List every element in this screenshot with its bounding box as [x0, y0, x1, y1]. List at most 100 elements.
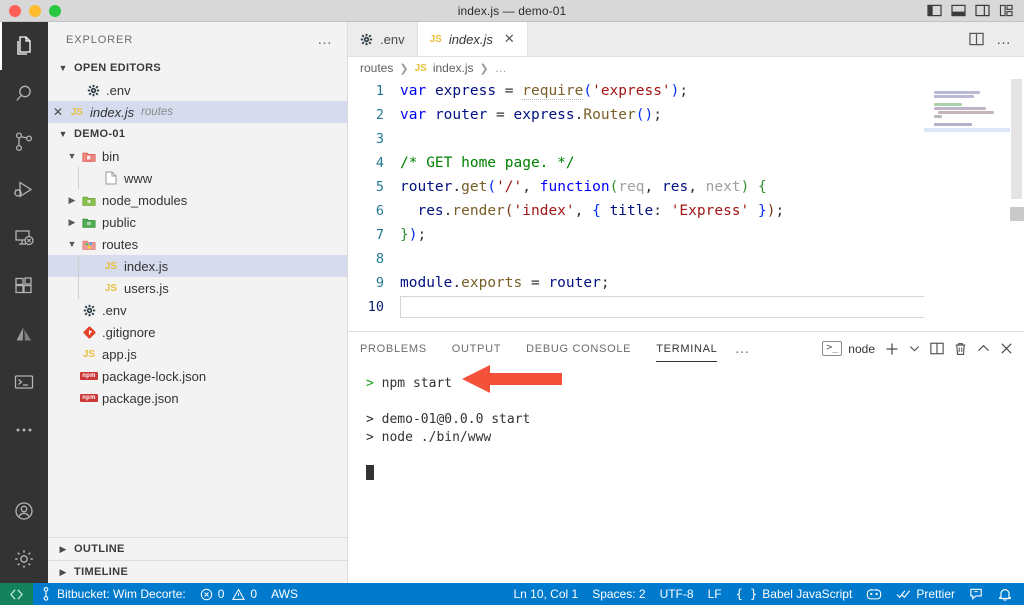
terminal-selector[interactable]: >_ node [822, 341, 875, 356]
status-eol[interactable]: LF [701, 583, 729, 605]
breadcrumb-folder[interactable]: routes [360, 61, 393, 75]
activity-item-source-control[interactable] [0, 118, 48, 166]
activity-item-accounts[interactable] [0, 487, 48, 535]
tree-item-routes-users-js[interactable]: JS users.js [48, 277, 347, 299]
code-token: function [539, 179, 610, 195]
close-icon[interactable]: ✕ [504, 31, 515, 47]
chevron-up-icon[interactable] [977, 343, 990, 354]
toggle-secondary-sidebar-icon[interactable] [975, 4, 990, 17]
chevron-down-icon: ▼ [58, 129, 68, 139]
bottom-panel: PROBLEMS OUTPUT DEBUG CONSOLE TERMINAL …… [348, 331, 1024, 583]
status-warning-count: 0 [250, 587, 258, 601]
tree-item-node_modules[interactable]: ▶ node_modules [48, 189, 347, 211]
chevron-down-icon[interactable] [909, 343, 920, 354]
split-icon[interactable] [930, 342, 944, 355]
status-prettier[interactable]: Prettier [889, 583, 962, 605]
code-line: 10 [348, 295, 1024, 319]
activity-item-explorer[interactable] [0, 22, 48, 70]
activity-item-extensions[interactable] [0, 262, 48, 310]
toggle-panel-icon[interactable] [951, 4, 966, 17]
close-icon[interactable] [1000, 342, 1013, 355]
tree-item-label: .env [102, 302, 127, 318]
breadcrumb-more[interactable]: … [495, 61, 507, 75]
section-project-demo-01[interactable]: ▼ DEMO-01 [48, 123, 347, 145]
section-outline[interactable]: ▶ OUTLINE [48, 537, 347, 560]
status-live-share[interactable] [859, 583, 889, 605]
toggle-primary-sidebar-icon[interactable] [927, 4, 942, 17]
tree-item-bin[interactable]: ▼ bin [48, 145, 347, 167]
minimap-line [934, 91, 980, 94]
npm-file-icon: npm [80, 372, 98, 380]
open-editor-indexjs[interactable]: ✕ JS index.js routes [48, 101, 347, 123]
panel-tab-output[interactable]: OUTPUT [452, 335, 501, 362]
status-language-mode[interactable]: { } Babel JavaScript [729, 583, 860, 605]
zoom-window-button[interactable] [49, 4, 61, 17]
tree-item-routes-index-js[interactable]: JS index.js [48, 255, 347, 277]
activity-item-atlassian[interactable] [0, 310, 48, 358]
ellipsis-icon [16, 428, 32, 432]
panel-tab-problems[interactable]: PROBLEMS [360, 335, 427, 362]
status-problems[interactable]: 0 0 [193, 583, 264, 605]
status-remote-indicator[interactable] [0, 583, 33, 605]
gear-file-icon [360, 33, 373, 46]
activity-item-remote-explorer[interactable] [0, 214, 48, 262]
breadcrumb-file[interactable]: index.js [433, 61, 474, 75]
code-token: { [592, 203, 601, 219]
indent-guide [78, 255, 79, 277]
close-icon[interactable]: ✕ [48, 105, 68, 119]
window-title: index.js — demo-01 [457, 3, 567, 18]
sidebar-header: EXPLORER … [48, 22, 347, 57]
activity-item-search[interactable] [0, 70, 48, 118]
tree-item-www[interactable]: www [48, 167, 347, 189]
status-notifications[interactable] [991, 583, 1024, 605]
tree-item-app-js[interactable]: JS app.js [48, 343, 347, 365]
status-aws[interactable]: AWS [264, 583, 305, 605]
bell-icon [999, 588, 1011, 601]
tree-item-routes[interactable]: ▼ routes [48, 233, 347, 255]
panel-more-tabs[interactable]: … [734, 341, 750, 356]
section-timeline[interactable]: ▶ TIMELINE [48, 560, 347, 583]
activity-item-more-views[interactable] [0, 406, 48, 454]
ellipsis-icon[interactable]: … [996, 32, 1012, 47]
status-feedback[interactable] [962, 583, 991, 605]
status-aws-label: AWS [271, 587, 298, 601]
plus-icon[interactable] [885, 342, 899, 356]
section-open-editors[interactable]: ▼ OPEN EDITORS [48, 57, 347, 79]
gear-file-icon [80, 304, 98, 317]
status-cursor-position[interactable]: Ln 10, Col 1 [506, 583, 585, 605]
folder-public-icon [80, 216, 98, 229]
tree-item-package-lock-json[interactable]: npm package-lock.json [48, 365, 347, 387]
editor-tab-index-js[interactable]: JS index.js ✕ [417, 22, 528, 56]
sidebar-collapsed-sections: ▶ OUTLINE ▶ TIMELINE [48, 537, 347, 583]
tree-item-package-json[interactable]: npm package.json [48, 387, 347, 409]
activity-item-terminal[interactable] [0, 358, 48, 406]
trash-icon[interactable] [954, 342, 967, 356]
minimap-current-line [924, 128, 1010, 132]
status-encoding[interactable]: UTF-8 [653, 583, 701, 605]
activity-item-manage[interactable] [0, 535, 48, 583]
tree-item-env[interactable]: .env [48, 299, 347, 321]
customize-layout-icon[interactable] [999, 4, 1014, 17]
status-source-control[interactable]: Bitbucket: Wim Decorte: [33, 583, 193, 605]
tree-item-gitignore[interactable]: .gitignore [48, 321, 347, 343]
code-token: ( [583, 83, 593, 99]
sidebar-more-actions[interactable]: … [317, 32, 333, 47]
scrollbar-thumb[interactable] [1011, 79, 1022, 199]
minimize-window-button[interactable] [29, 4, 41, 17]
tree-item-public[interactable]: ▶ public [48, 211, 347, 233]
open-editor-env[interactable]: .env [48, 79, 347, 101]
minimap-line [934, 103, 962, 106]
minimap-line [934, 107, 986, 110]
activity-item-run-and-debug[interactable] [0, 166, 48, 214]
panel-tab-debug-console[interactable]: DEBUG CONSOLE [526, 335, 631, 362]
code-token: router [548, 275, 601, 291]
status-indentation[interactable]: Spaces: 2 [585, 583, 652, 605]
code-token: Router [583, 107, 636, 123]
split-editor-icon[interactable] [969, 32, 984, 46]
editor-tab-env[interactable]: .env [348, 22, 418, 56]
code-token: ( [635, 107, 645, 123]
code-line: 1 var express = require('express'); [348, 79, 1024, 103]
close-window-button[interactable] [9, 4, 21, 17]
panel-tab-terminal[interactable]: TERMINAL [656, 335, 718, 362]
terminal-output[interactable]: > npm start > demo-01@0.0.0 start > node… [348, 365, 1024, 583]
